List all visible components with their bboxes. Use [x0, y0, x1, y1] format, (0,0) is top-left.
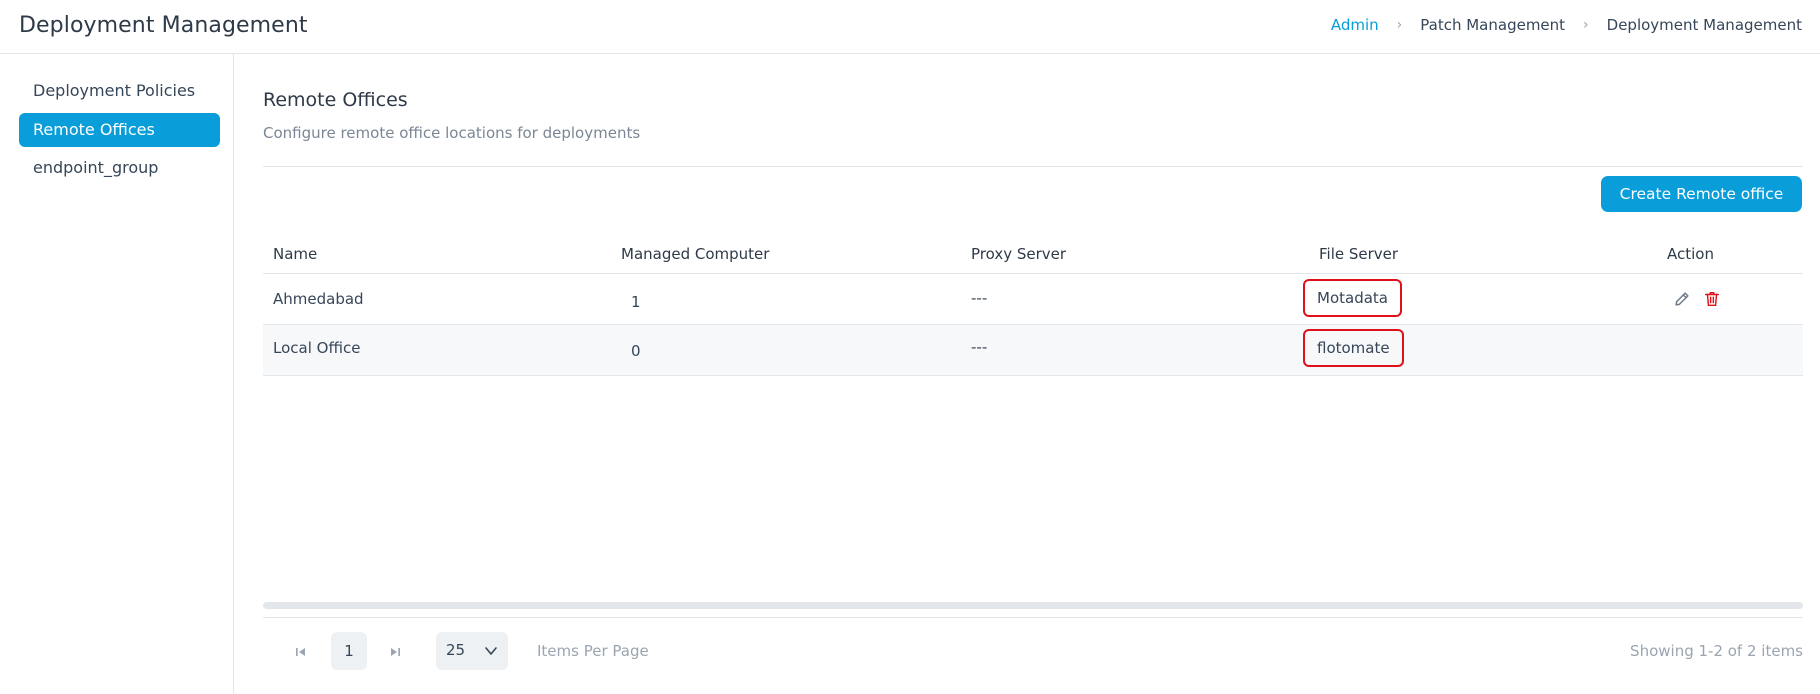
column-header-name[interactable]: Name: [273, 245, 317, 263]
column-header-action: Action: [1667, 245, 1714, 263]
sidebar: Deployment Policies Remote Offices endpo…: [0, 54, 234, 694]
top-bar: Deployment Management Admin › Patch Mana…: [0, 0, 1820, 54]
items-per-page-label: Items Per Page: [537, 642, 649, 660]
last-page-icon[interactable]: [387, 644, 403, 660]
column-header-file-server[interactable]: File Server: [1319, 245, 1398, 263]
sidebar-item-endpoint-group[interactable]: endpoint_group: [19, 151, 220, 185]
cell-proxy-server: ---: [971, 338, 988, 356]
horizontal-scrollbar[interactable]: [263, 602, 1803, 609]
section-title: Remote Offices: [263, 89, 408, 111]
divider: [263, 617, 1803, 618]
breadcrumb-separator-icon: ›: [1583, 17, 1589, 33]
remote-offices-table: Name Managed Computer Proxy Server File …: [263, 232, 1803, 376]
breadcrumb-separator-icon: ›: [1396, 17, 1403, 33]
table-row: Ahmedabad 1 --- Motadata: [263, 274, 1803, 325]
cell-proxy-server: ---: [971, 289, 988, 307]
pagination: 1 25 Items Per Page Showing 1-2 of 2 ite…: [263, 632, 1803, 672]
cell-name: Local Office: [273, 339, 361, 357]
cell-managed-computer: 0: [631, 342, 641, 360]
breadcrumb: Admin › Patch Management › Deployment Ma…: [1331, 16, 1802, 34]
section-subtitle: Configure remote office locations for de…: [263, 124, 641, 142]
sidebar-item-deployment-policies[interactable]: Deployment Policies: [19, 74, 220, 108]
column-header-proxy-server[interactable]: Proxy Server: [971, 245, 1066, 263]
page-title: Deployment Management: [19, 13, 308, 38]
create-remote-office-button[interactable]: Create Remote office: [1601, 176, 1802, 212]
breadcrumb-admin[interactable]: Admin: [1331, 16, 1379, 34]
page-number-current[interactable]: 1: [331, 632, 367, 670]
cell-managed-computer: 1: [631, 293, 641, 311]
divider: [263, 166, 1803, 167]
first-page-icon[interactable]: [293, 644, 309, 660]
breadcrumb-patch-management[interactable]: Patch Management: [1420, 16, 1565, 34]
chevron-down-icon: [485, 647, 497, 655]
edit-icon[interactable]: [1673, 290, 1691, 308]
pagination-summary: Showing 1-2 of 2 items: [1630, 642, 1803, 660]
column-header-managed-computer[interactable]: Managed Computer: [621, 245, 769, 263]
cell-name: Ahmedabad: [273, 290, 364, 308]
breadcrumb-deployment-management: Deployment Management: [1606, 16, 1802, 34]
row-actions: [1673, 290, 1721, 308]
cell-file-server-highlighted: Motadata: [1303, 279, 1402, 317]
table-header: Name Managed Computer Proxy Server File …: [263, 232, 1803, 274]
items-per-page-select[interactable]: 25: [436, 632, 508, 670]
table-row: Local Office 0 --- flotomate: [263, 325, 1803, 376]
delete-icon[interactable]: [1703, 290, 1721, 308]
sidebar-item-remote-offices[interactable]: Remote Offices: [19, 113, 220, 147]
items-per-page-value: 25: [446, 641, 466, 659]
cell-file-server-highlighted: flotomate: [1303, 329, 1404, 367]
